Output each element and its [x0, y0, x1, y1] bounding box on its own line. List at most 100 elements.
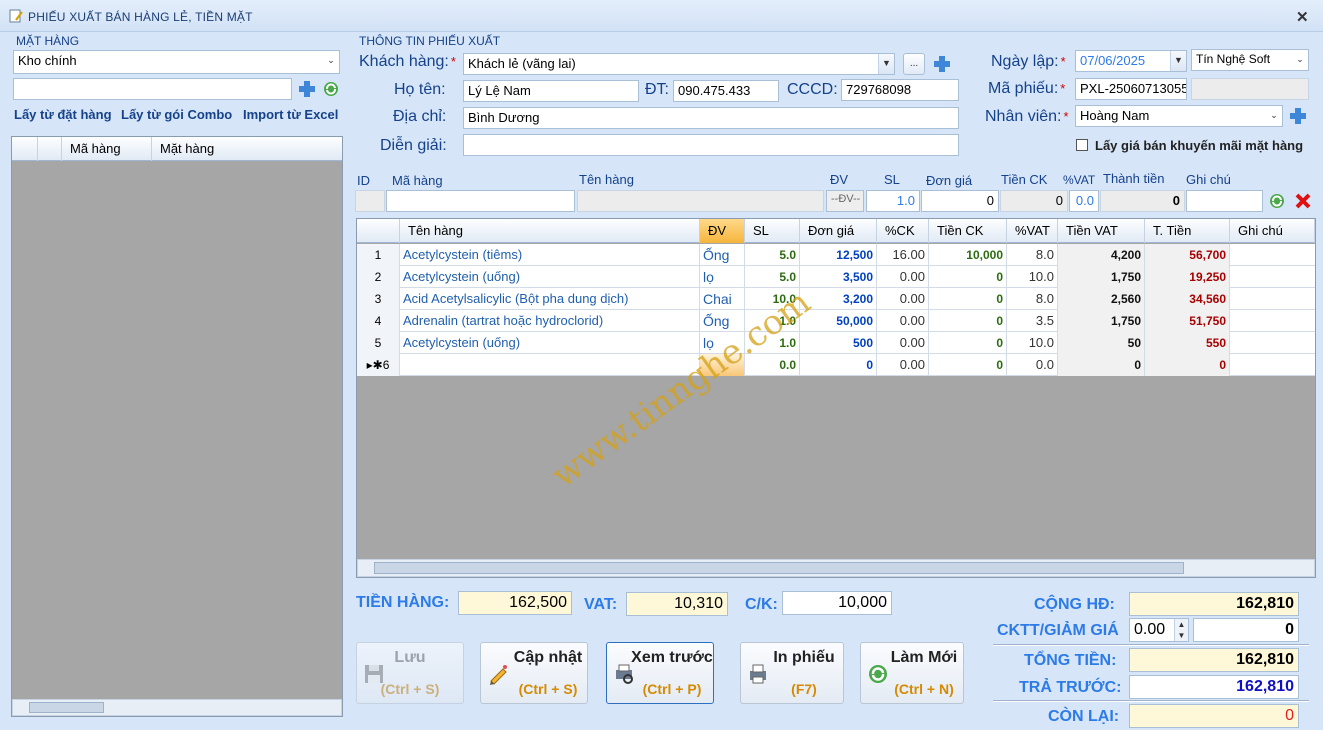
vat-amount-cell[interactable]: 4,200 — [1058, 244, 1145, 266]
item-name-cell[interactable]: Acetylcystein (uống) — [400, 266, 700, 288]
grid-corner[interactable] — [357, 219, 400, 243]
ck-amount-cell[interactable]: 0 — [929, 310, 1007, 332]
add-staff-icon[interactable] — [1287, 105, 1309, 127]
price-cell[interactable]: 500 — [800, 332, 877, 354]
price-cell[interactable]: 0 — [800, 354, 877, 376]
add-customer-icon[interactable] — [931, 53, 953, 75]
vat-amount-cell[interactable]: 0 — [1058, 354, 1145, 376]
vat-amount-cell[interactable]: 1,750 — [1058, 266, 1145, 288]
item-search-input[interactable] — [13, 78, 292, 100]
col-ma-hang[interactable]: Mã hàng — [62, 137, 152, 161]
total-cell[interactable]: 56,700 — [1145, 244, 1230, 266]
vat-amount-cell[interactable]: 50 — [1058, 332, 1145, 354]
from-order-link[interactable]: Lấy từ đặt hàng — [14, 107, 112, 122]
note-cell[interactable] — [1230, 354, 1315, 376]
refresh-entry-icon[interactable] — [1266, 190, 1288, 212]
vat-pct-cell[interactable]: 3.5 — [1007, 310, 1058, 332]
add-item-icon[interactable] — [296, 78, 318, 100]
vat-pct-cell[interactable]: 0.0 — [1007, 354, 1058, 376]
item-name-cell[interactable]: Acid Acetylsalicylic (Bột pha dung dịch) — [400, 288, 700, 310]
refresh-icon[interactable] — [320, 78, 342, 100]
ck-pct-cell[interactable]: 16.00 — [877, 244, 929, 266]
note-cell[interactable] — [1230, 244, 1315, 266]
order-grid[interactable]: Tên hàng ĐV SL Đơn giá %CK Tiền CK %VAT … — [356, 218, 1316, 578]
ck-amount-cell[interactable]: 0 — [929, 332, 1007, 354]
close-icon[interactable]: ✕ — [1296, 8, 1309, 26]
total-cell[interactable]: 34,560 — [1145, 288, 1230, 310]
col-tien-ck[interactable]: Tiền CK — [929, 219, 1007, 243]
disc-value[interactable]: 0 — [1193, 618, 1299, 642]
preview-button[interactable]: Xem trước (Ctrl + P) — [606, 642, 714, 704]
vat-pct-cell[interactable]: 10.0 — [1007, 332, 1058, 354]
code-field[interactable]: PXL-25060713055 — [1075, 78, 1187, 100]
ck-pct-cell[interactable]: 0.00 — [877, 310, 929, 332]
phone-field[interactable]: 090.475.433 — [673, 80, 779, 102]
table-row[interactable]: ▸✱6 0.0 0 0.00 0 0.0 0 0 — [357, 354, 1315, 376]
col-t-tien[interactable]: T. Tiền — [1145, 219, 1230, 243]
select-all-corner[interactable] — [12, 137, 38, 161]
unit-cell[interactable]: Ống — [700, 244, 745, 266]
staff-select[interactable]: Hoàng Nam ⌄ — [1075, 105, 1283, 127]
ck-amount-cell[interactable]: 0 — [929, 288, 1007, 310]
name-field[interactable]: Lý Lệ Nam — [463, 80, 639, 102]
company-select[interactable]: Tín Nghệ Soft ⌄ — [1191, 49, 1309, 71]
ck-pct-cell[interactable]: 0.00 — [877, 266, 929, 288]
ck-pct-cell[interactable]: 0.00 — [877, 354, 929, 376]
import-excel-link[interactable]: Import từ Excel — [243, 107, 338, 122]
col-sl[interactable]: SL — [745, 219, 800, 243]
vat-amount-cell[interactable]: 1,750 — [1058, 310, 1145, 332]
entry-price-field[interactable]: 0 — [921, 190, 999, 212]
total-cell[interactable]: 19,250 — [1145, 266, 1230, 288]
entry-vat-field[interactable]: 0.0 — [1069, 190, 1099, 212]
vat-pct-cell[interactable]: 10.0 — [1007, 266, 1058, 288]
unit-cell[interactable]: lọ — [700, 266, 745, 288]
price-cell[interactable]: 12,500 — [800, 244, 877, 266]
col-ghi-chu[interactable]: Ghi chú — [1230, 219, 1315, 243]
entry-code-field[interactable] — [386, 190, 575, 212]
calendar-dropdown-icon[interactable]: ▼ — [1170, 51, 1186, 71]
vat-pct-cell[interactable]: 8.0 — [1007, 288, 1058, 310]
entry-sl-field[interactable]: 1.0 — [866, 190, 920, 212]
ck-pct-cell[interactable]: 0.00 — [877, 288, 929, 310]
grid-hscrollbar[interactable] — [357, 559, 1315, 577]
ck-amount-cell[interactable]: 0 — [929, 354, 1007, 376]
table-row[interactable]: 5 Acetylcystein (uống) lọ 1.0 500 0.00 0 10.0 50… — [357, 332, 1315, 354]
customer-select[interactable]: Khách lẻ (vãng lai) ▼ — [463, 53, 895, 75]
entry-note-field[interactable] — [1186, 190, 1263, 212]
item-name-cell[interactable]: Acetylcystein (uống) — [400, 332, 700, 354]
unit-cell[interactable]: Chai — [700, 288, 745, 310]
stepper-arrows-icon[interactable]: ▲ ▼ — [1174, 619, 1188, 641]
desc-field[interactable] — [463, 134, 959, 156]
paid-value[interactable]: 162,810 — [1129, 675, 1299, 699]
ck-pct-cell[interactable]: 0.00 — [877, 332, 929, 354]
col-pct-ck[interactable]: %CK — [877, 219, 929, 243]
item-list-grid[interactable]: Mã hàng Mặt hàng — [11, 136, 343, 717]
vat-pct-cell[interactable]: 8.0 — [1007, 244, 1058, 266]
grid-scroll-thumb[interactable] — [374, 562, 1184, 574]
new-button[interactable]: Làm Mới (Ctrl + N) — [860, 642, 964, 704]
address-field[interactable]: Bình Dương — [463, 107, 959, 129]
col-don-gia[interactable]: Đơn giá — [800, 219, 877, 243]
col-tien-vat[interactable]: Tiền VAT — [1058, 219, 1145, 243]
warehouse-select[interactable]: Kho chính ⌄ — [13, 50, 340, 74]
entry-dv-field[interactable]: --ĐV-- — [826, 190, 864, 212]
ck-amount-cell[interactable]: 10,000 — [929, 244, 1007, 266]
col-pct-vat[interactable]: %VAT — [1007, 219, 1058, 243]
update-button[interactable]: Cập nhật (Ctrl + S) — [480, 642, 588, 704]
item-name-cell[interactable] — [400, 354, 700, 376]
left-scroll-thumb[interactable] — [29, 702, 104, 713]
table-row[interactable]: 3 Acid Acetylsalicylic (Bột pha dung dịch… — [357, 288, 1315, 310]
cccd-field[interactable]: 729768098 — [841, 79, 959, 101]
print-button[interactable]: In phiếu (F7) — [740, 642, 844, 704]
table-row[interactable]: 2 Acetylcystein (uống) lọ 5.0 3,500 0.00 0 10.0… — [357, 266, 1315, 288]
item-name-cell[interactable]: Adrenalin (tartrat hoặc hydroclorid) — [400, 310, 700, 332]
total-cell[interactable]: 0 — [1145, 354, 1230, 376]
delete-entry-icon[interactable] — [1292, 190, 1314, 212]
col-dv[interactable]: ĐV — [700, 219, 745, 243]
note-cell[interactable] — [1230, 332, 1315, 354]
save-button[interactable]: Lưu (Ctrl + S) — [356, 642, 464, 704]
col-ten-hang[interactable]: Tên hàng — [400, 219, 700, 243]
col-mat-hang[interactable]: Mặt hàng — [152, 137, 342, 161]
ck-amount-cell[interactable]: 0 — [929, 266, 1007, 288]
qty-cell[interactable]: 5.0 — [745, 244, 800, 266]
